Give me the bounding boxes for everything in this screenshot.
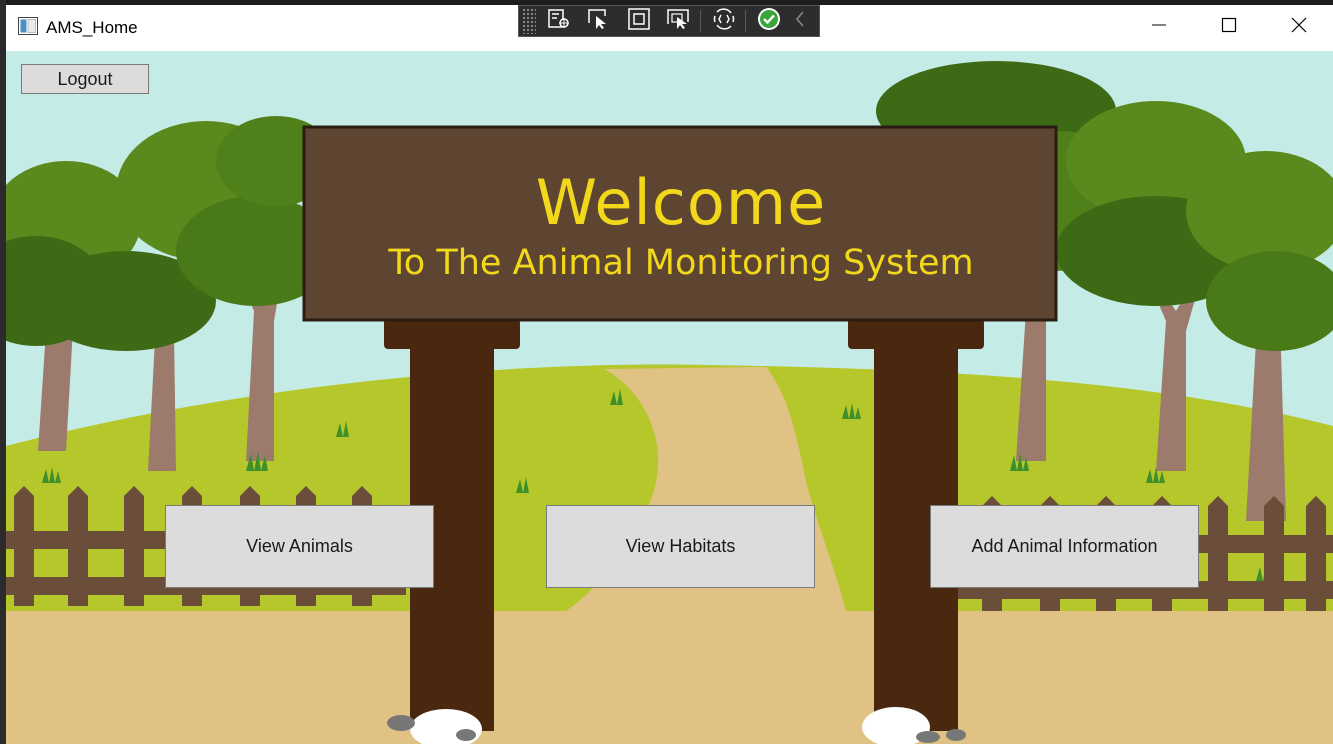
maximize-icon bbox=[1221, 17, 1237, 38]
app-window: AMS_Home Welcome To The Animal Monitorin… bbox=[0, 0, 1333, 744]
home-scene: Welcome To The Animal Monitoring System … bbox=[6, 51, 1333, 744]
select-element-icon bbox=[587, 8, 611, 35]
minimize-icon bbox=[1151, 17, 1167, 38]
live-visual-tree-button[interactable] bbox=[542, 7, 576, 35]
collapse-toolbar-button[interactable] bbox=[790, 7, 810, 35]
maximize-button[interactable] bbox=[1194, 5, 1264, 49]
live-visual-tree-icon bbox=[547, 8, 571, 35]
view-habitats-button[interactable]: View Habitats bbox=[546, 505, 815, 588]
logout-button[interactable]: Logout bbox=[21, 64, 149, 94]
debug-toolbar bbox=[518, 5, 820, 37]
close-button[interactable] bbox=[1264, 5, 1333, 49]
add-animal-information-button[interactable]: Add Animal Information bbox=[930, 505, 1199, 588]
scene-illustration bbox=[6, 51, 1333, 744]
toolbar-grip[interactable] bbox=[522, 8, 536, 34]
window-title: AMS_Home bbox=[46, 18, 138, 37]
display-layout-adorners-icon bbox=[627, 7, 651, 35]
left-edge bbox=[0, 0, 6, 744]
select-element-button[interactable] bbox=[582, 7, 616, 35]
toolbar-separator bbox=[745, 10, 746, 32]
binding-status-button[interactable] bbox=[752, 7, 786, 35]
welcome-heading: Welcome bbox=[535, 166, 827, 239]
minimize-button[interactable] bbox=[1124, 5, 1194, 49]
display-adorners-button[interactable] bbox=[622, 7, 656, 35]
close-icon bbox=[1291, 17, 1307, 38]
track-focused-element-icon bbox=[666, 8, 692, 35]
track-focused-element-button[interactable] bbox=[662, 7, 696, 35]
toolbar-separator bbox=[700, 10, 701, 32]
binding-ok-icon bbox=[757, 7, 781, 36]
welcome-subtitle: To The Animal Monitoring System bbox=[388, 243, 974, 283]
hot-reload-icon bbox=[711, 7, 737, 35]
collapse-chevron-icon bbox=[794, 10, 806, 33]
view-animals-button[interactable]: View Animals bbox=[165, 505, 434, 588]
hot-reload-button[interactable] bbox=[707, 7, 741, 35]
app-icon bbox=[18, 17, 38, 35]
